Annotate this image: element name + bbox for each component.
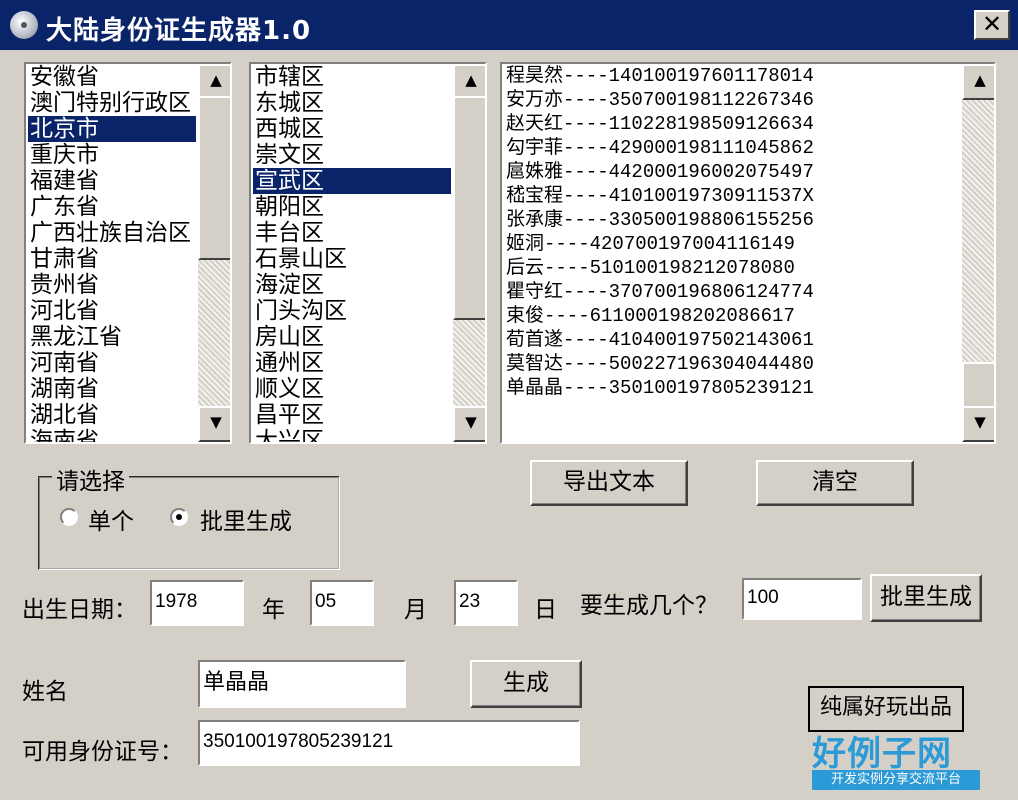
district-list-item[interactable]: 通州区 <box>253 350 451 376</box>
result-line: 荀首遂----410400197502143061 <box>506 329 814 351</box>
close-button[interactable]: ✕ <box>974 10 1010 40</box>
district-list-item[interactable]: 门头沟区 <box>253 298 451 324</box>
count-label: 要生成几个？ <box>580 593 718 619</box>
month-input[interactable]: 05 <box>310 580 374 626</box>
clear-button[interactable]: 清空 <box>756 460 914 506</box>
window-title: 大陆身份证生成器1.0 <box>46 16 312 46</box>
result-records: 程昊然----140100197601178014 安万亦----35070019… <box>506 64 960 400</box>
result-line: 勾宇菲----429000198111045862 <box>506 137 814 159</box>
id-number-label: 可用身份证号： <box>22 739 183 765</box>
result-line: 束俊----611000198202086617 <box>506 305 795 327</box>
result-line: 姬洞----420700197004116149 <box>506 233 795 255</box>
scroll-up-icon[interactable]: ▲ <box>198 64 230 100</box>
district-list-item[interactable]: 东城区 <box>253 90 451 116</box>
result-line: 扈姝雅----442000196002075497 <box>506 161 814 183</box>
results-textarea[interactable]: 程昊然----140100197601178014 安万亦----35070019… <box>500 62 996 444</box>
result-line: 张承康----330500198806155256 <box>506 209 814 231</box>
district-list-item[interactable]: 海淀区 <box>253 272 451 298</box>
province-list-item[interactable]: 河南省 <box>28 350 196 376</box>
province-list-item[interactable]: 湖南省 <box>28 376 196 402</box>
batch-radio[interactable] <box>170 508 188 526</box>
name-label: 姓名 <box>22 679 68 705</box>
district-list-item[interactable]: 昌平区 <box>253 402 451 428</box>
day-unit-label: 日 <box>534 597 557 623</box>
scroll-up-icon[interactable]: ▲ <box>453 64 485 100</box>
district-list-item[interactable]: 市辖区 <box>253 64 451 90</box>
result-line: 莫智达----500227196304044480 <box>506 353 814 375</box>
scroll-down-icon[interactable]: ▼ <box>453 406 485 442</box>
district-list-item[interactable]: 宣武区 <box>253 168 451 194</box>
birth-date-label: 出生日期： <box>22 597 137 623</box>
year-input[interactable]: 1978 <box>150 580 244 626</box>
result-line: 单晶晶----350100197805239121 <box>506 377 814 399</box>
district-list-item[interactable]: 大兴区 <box>253 428 451 442</box>
province-scrollbar[interactable]: ▲ ▼ <box>198 64 230 442</box>
id-number-input[interactable]: 350100197805239121 <box>198 720 580 766</box>
province-list-item[interactable]: 广东省 <box>28 194 196 220</box>
scroll-down-icon[interactable]: ▼ <box>962 406 994 442</box>
result-line: 程昊然----140100197601178014 <box>506 65 814 87</box>
month-unit-label: 月 <box>404 597 427 623</box>
scroll-up-icon[interactable]: ▲ <box>962 64 994 100</box>
province-list-item[interactable]: 海南省 <box>28 428 196 442</box>
district-list-item[interactable]: 房山区 <box>253 324 451 350</box>
single-radio[interactable] <box>60 508 78 526</box>
day-input[interactable]: 23 <box>454 580 518 626</box>
result-line: 嵇宝程----41010019730911537X <box>506 185 814 207</box>
scroll-thumb[interactable] <box>962 362 994 412</box>
province-items: 安徽省 澳门特别行政区 北京市 重庆市 福建省 广东省 广西壮族自治区 甘肃省 贵州省 河北省 黑龙… <box>28 64 196 442</box>
province-list[interactable]: 安徽省 澳门特别行政区 北京市 重庆市 福建省 广东省 广西壮族自治区 甘肃省 贵州省 河北省 黑龙… <box>24 62 232 444</box>
province-list-item[interactable]: 福建省 <box>28 168 196 194</box>
district-list-item[interactable]: 西城区 <box>253 116 451 142</box>
district-list-item[interactable]: 崇文区 <box>253 142 451 168</box>
province-list-item[interactable]: 澳门特别行政区 <box>28 90 196 116</box>
province-list-item[interactable]: 甘肃省 <box>28 246 196 272</box>
count-input[interactable]: 100 <box>742 578 862 620</box>
watermark-tagline: 开发实例分享交流平台 <box>812 770 980 790</box>
district-list[interactable]: 市辖区 东城区 西城区 崇文区 宣武区 朝阳区 丰台区 石景山区 海淀区 门头沟区 房山区 通州区 顺义… <box>249 62 487 444</box>
district-list-item[interactable]: 石景山区 <box>253 246 451 272</box>
watermark-logo: 好例子网 <box>812 734 952 774</box>
province-list-item[interactable]: 重庆市 <box>28 142 196 168</box>
result-line: 安万亦----350700198112267346 <box>506 89 814 111</box>
scroll-thumb[interactable] <box>453 96 485 320</box>
province-list-item[interactable]: 湖北省 <box>28 402 196 428</box>
generate-button[interactable]: 生成 <box>470 660 582 708</box>
year-unit-label: 年 <box>262 597 285 623</box>
result-line: 瞿守红----370700196806124774 <box>506 281 814 303</box>
district-list-item[interactable]: 丰台区 <box>253 220 451 246</box>
province-list-item[interactable]: 北京市 <box>28 116 196 142</box>
district-list-item[interactable]: 顺义区 <box>253 376 451 402</box>
province-list-item[interactable]: 贵州省 <box>28 272 196 298</box>
result-line: 后云----510100198212078080 <box>506 257 795 279</box>
batch-generate-button[interactable]: 批里生成 <box>870 574 982 622</box>
export-text-button[interactable]: 导出文本 <box>530 460 688 506</box>
province-list-item[interactable]: 河北省 <box>28 298 196 324</box>
mode-group-legend: 请选择 <box>52 462 129 496</box>
name-input[interactable]: 单晶晶 <box>198 660 406 708</box>
province-list-item[interactable]: 广西壮族自治区 <box>28 220 196 246</box>
scroll-thumb[interactable] <box>198 96 230 260</box>
results-scrollbar[interactable]: ▲ ▼ <box>962 64 994 442</box>
app-icon <box>10 11 38 39</box>
district-scrollbar[interactable]: ▲ ▼ <box>453 64 485 442</box>
province-list-item[interactable]: 黑龙江省 <box>28 324 196 350</box>
district-list-item[interactable]: 朝阳区 <box>253 194 451 220</box>
result-line: 赵天红----110228198509126634 <box>506 113 814 135</box>
single-radio-label[interactable]: 单个 <box>88 502 134 536</box>
province-list-item[interactable]: 安徽省 <box>28 64 196 90</box>
scroll-down-icon[interactable]: ▼ <box>198 406 230 442</box>
district-items: 市辖区 东城区 西城区 崇文区 宣武区 朝阳区 丰台区 石景山区 海淀区 门头沟区 房山区 通州区 顺义… <box>253 64 451 442</box>
batch-radio-label[interactable]: 批里生成 <box>200 502 292 536</box>
